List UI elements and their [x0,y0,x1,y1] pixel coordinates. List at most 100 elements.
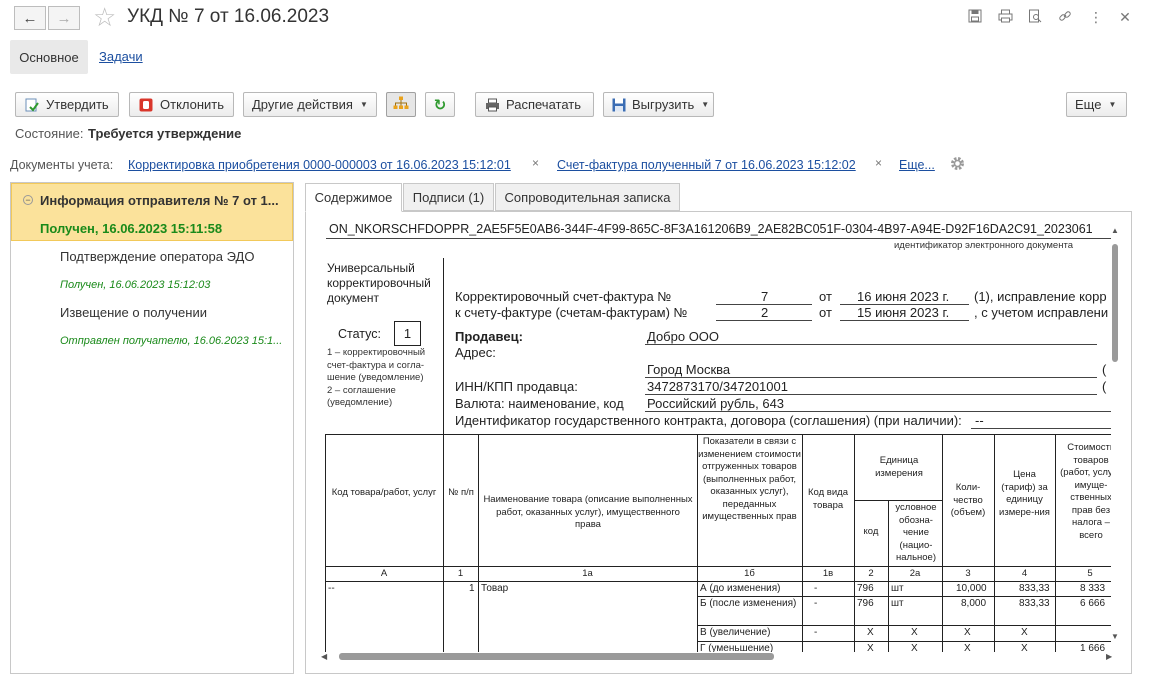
close-icon[interactable]: ✕ [1116,9,1134,25]
status-notes: 1 – корректировочный счет-фактура и согл… [327,347,426,408]
line-price: X [1021,627,1028,638]
tree-item-sender-info[interactable]: − Информация отправителя № 7 от 1... Пол… [11,183,293,241]
invoice-tail: (1), исправление корр [974,289,1107,304]
structure-button[interactable] [386,92,416,117]
line-qty: 8,000 [961,598,987,609]
contract-value: -- [975,413,984,428]
gear-icon[interactable] [949,155,966,172]
tab-signatures[interactable]: Подписи (1) [403,183,494,211]
line-qty: 10,000 [956,583,987,594]
col-number: 1б [744,568,755,579]
vertical-scrollbar[interactable] [1112,244,1118,362]
header-cost: Стоимость товаров (работ, услуг), имуще-… [1060,442,1111,541]
seller-label: Продавец: [455,329,523,344]
invoice-date: 16 июня 2023 г. [857,289,950,304]
scroll-right-icon[interactable]: ▶ [1106,652,1112,661]
ucd-document: ON_NKORSCHFDOPPR_2AE5F5E0AB6-344F-4F99-8… [306,212,1111,652]
chevron-down-icon: ▼ [359,100,368,109]
line-unit-symbol: X [911,643,918,652]
line-unit-code: X [867,627,874,638]
section-tab-main[interactable]: Основное [10,40,88,74]
horizontal-scrollbar[interactable] [339,653,774,660]
line-unit-symbol: X [911,627,918,638]
address-value: Город Москва [647,362,731,377]
print-icon[interactable] [996,9,1014,25]
other-actions-button[interactable]: Другие действия ▼ [243,92,377,117]
more-button[interactable]: Еще ▼ [1066,92,1127,117]
accounting-doc-link-invoice[interactable]: Счет-фактура полученный 7 от 16.06.2023 … [557,158,856,172]
scroll-up-icon[interactable]: ▲ [1111,226,1119,235]
preview-icon[interactable] [1026,9,1044,25]
line-price: 833,33 [1019,583,1050,594]
collapse-icon[interactable]: − [23,195,33,205]
scroll-left-icon[interactable]: ◀ [321,652,327,661]
arrow-right-icon: → [56,9,72,27]
col-number: 5 [1087,568,1093,579]
ucd-title: Универсальный корректировочный документ [327,261,431,305]
hierarchy-icon [393,96,409,113]
invoice-number: 7 [761,289,769,304]
accounting-docs-label: Документы учета: [10,158,114,172]
line-kind: - [814,627,818,638]
row-name: Товар [481,583,509,594]
remove-link-icon[interactable]: × [532,156,539,170]
line-cost: 6 666 [1080,598,1106,609]
tree-item-title: Информация отправителя № 7 от 1... [40,193,279,208]
col-number: 2а [909,568,921,579]
window-title: УКД № 7 от 16.06.2023 [127,6,330,27]
invoice-from: от [819,289,832,304]
back-button[interactable]: ← [14,6,46,30]
base-invoice-tail: , с учетом исправлени [974,305,1109,320]
base-invoice-date: 15 июня 2023 г. [857,305,950,320]
header-name: Наименование товара (описание выполненны… [483,494,693,530]
line-indicator: Г (уменьшение) [700,643,774,652]
line-indicator: Б (после изменения) [700,598,797,609]
line-kind: - [814,583,818,594]
favorite-star-icon[interactable]: ☆ [93,2,116,32]
scroll-down-icon[interactable]: ▼ [1111,632,1119,641]
line-kind: - [814,598,818,609]
col-number: 1в [822,568,834,579]
header-unit-symbol: условное обозна-чение (нацио-нальное) [895,502,937,563]
inn-kpp-label: ИНН/КПП продавца: [455,379,578,394]
status-label: Статус: [338,327,381,341]
contract-label: Идентификатор государственного контракта… [455,413,962,428]
tab-cover-note[interactable]: Сопроводительная записка [495,183,680,211]
line-price: 833,33 [1019,598,1050,609]
col-number: А [380,568,388,579]
seller-value: Добро ООО [647,329,720,344]
line-qty: X [964,627,971,638]
arrow-left-icon: ← [22,9,38,27]
tree-item-receipt-notice[interactable]: Извещение о получении [60,305,207,320]
state-value: Требуется утверждение [88,126,242,141]
forward-button[interactable]: → [48,6,80,30]
col-number: 2 [868,568,874,579]
more-vertical-icon[interactable]: ⋮ [1087,9,1105,25]
approve-button[interactable]: Утвердить [15,92,119,117]
approve-label: Утвердить [46,97,109,112]
line-unit-code: 796 [857,598,874,609]
other-actions-label: Другие действия [252,97,353,112]
print-button[interactable]: Распечатать [475,92,594,117]
paren: ( [1102,362,1107,377]
refresh-button[interactable]: ↻ [425,92,455,117]
col-number: 4 [1021,568,1028,579]
tab-content[interactable]: Содержимое [305,183,402,212]
chevron-down-icon: ▼ [701,100,710,109]
tree-item-operator-confirmation[interactable]: Подтверждение оператора ЭДО [60,249,254,264]
reject-button[interactable]: Отклонить [129,92,234,117]
inn-kpp-value: 3472873170/347201001 [647,379,788,394]
stop-hand-icon [138,97,154,113]
export-button[interactable]: Выгрузить ▼ [603,92,714,117]
header-num: № п/п [448,487,474,498]
line-unit-symbol: шт [891,598,904,609]
remove-link-icon[interactable]: × [875,156,882,170]
link-icon[interactable] [1056,9,1074,25]
accounting-doc-link-adjustment[interactable]: Корректировка приобретения 0000-000003 о… [128,158,511,172]
save-icon[interactable] [966,9,984,25]
header-unit-code: код [863,526,879,537]
document-tree: − Информация отправителя № 7 от 1... Пол… [10,182,294,674]
tree-item-status: Получен, 16.06.2023 15:11:58 [40,221,223,236]
accounting-docs-more-link[interactable]: Еще... [899,158,935,172]
section-tab-tasks[interactable]: Задачи [99,49,143,64]
